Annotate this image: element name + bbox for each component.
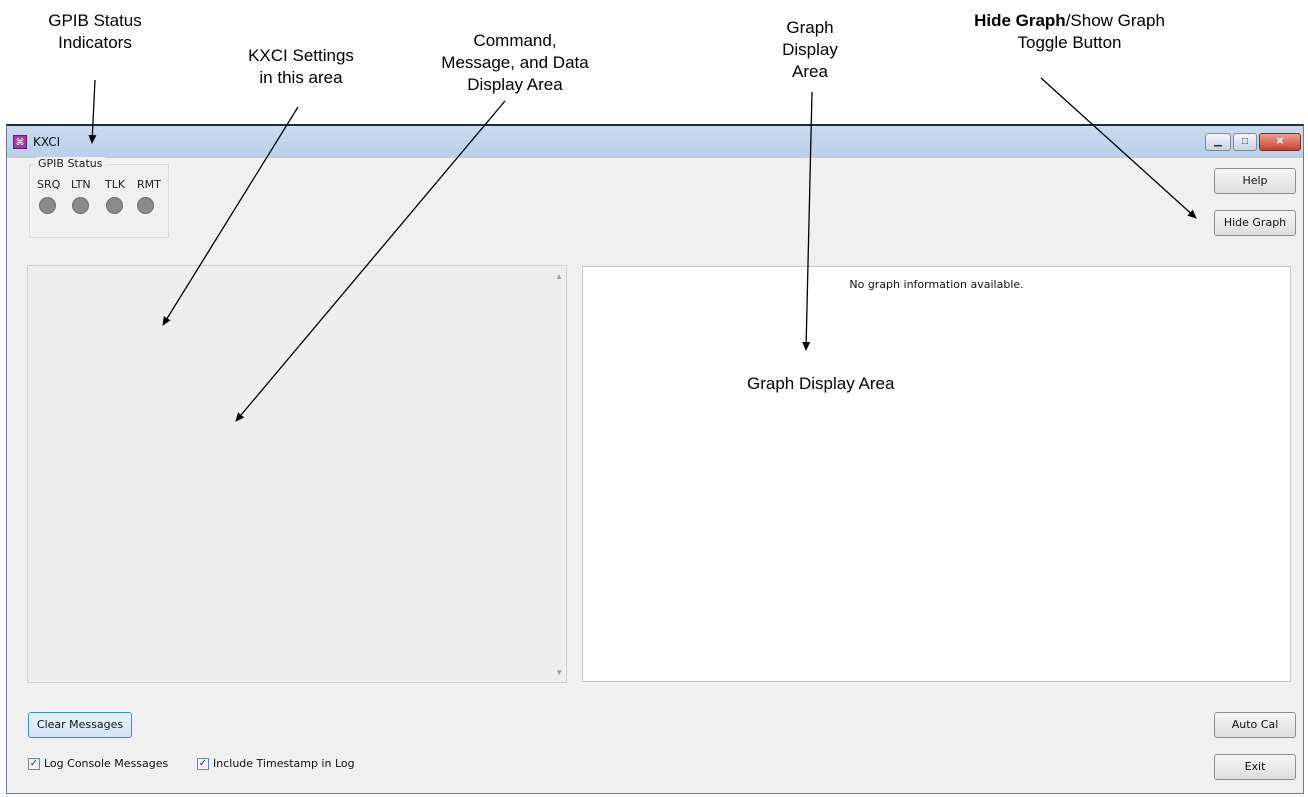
log-console-checkbox[interactable]: ✓ Log Console Messages [28,757,168,770]
minimize-button[interactable]: ▁ [1205,133,1231,151]
hide-graph-button[interactable]: Hide Graph [1214,210,1296,236]
maximize-button[interactable]: □ [1233,133,1257,151]
callout-command-area: Command, Message, and Data Display Area [441,31,589,94]
checkbox-checked-icon[interactable]: ✓ [28,757,40,770]
help-button[interactable]: Help [1214,168,1296,194]
graph-empty-message: No graph information available. [849,278,1024,291]
title-bar[interactable]: ⌘ KXCI ▁ □ ✕ [7,126,1303,158]
callout-hide-graph: Hide Graph/Show Graph Toggle Button [974,11,1165,52]
clear-messages-button[interactable]: Clear Messages [28,712,132,738]
message-display-area[interactable]: ▲ ▼ [27,265,567,683]
kxci-app-icon: ⌘ [13,135,27,149]
close-button[interactable]: ✕ [1259,133,1301,151]
callout-graph-display: Graph Display Area [782,18,838,81]
tlk-label: TLK [105,178,126,191]
callout-gpib-status: GPIB Status Indicators [48,11,142,52]
window-title: KXCI [33,135,61,149]
log-console-label: Log Console Messages [44,757,169,770]
graph-display-area: No graph information available. [582,266,1291,682]
callout-kxci-settings: KXCI Settings in this area [248,46,354,87]
graph-area-overlay-label: Graph Display Area [747,374,895,393]
scroll-down-icon[interactable]: ▼ [555,668,563,677]
tlk-led-icon [106,197,123,214]
exit-button[interactable]: Exit [1214,754,1296,780]
ltn-label: LTN [71,178,91,191]
rmt-label: RMT [137,178,161,191]
srq-label: SRQ [37,178,61,191]
timestamp-label: Include Timestamp in Log [213,757,355,770]
rmt-led-icon [137,197,154,214]
checkbox-checked-icon[interactable]: ✓ [197,757,209,770]
ltn-led-icon [72,197,89,214]
auto-cal-button[interactable]: Auto Cal [1214,712,1296,738]
gpib-status-title: GPIB Status [36,157,105,170]
callout-hide-bold: Hide Graph [974,11,1066,30]
kxci-window: ⌘ KXCI ▁ □ ✕ GPIB Status SRQ LTN TLK RMT… [6,124,1304,794]
timestamp-checkbox[interactable]: ✓ Include Timestamp in Log [197,757,355,770]
srq-led-icon [39,197,56,214]
gpib-status-group: GPIB Status SRQ LTN TLK RMT [29,157,169,238]
scroll-up-icon[interactable]: ▲ [555,272,563,281]
callout-hide-rest: /Show Graph [1065,11,1165,30]
